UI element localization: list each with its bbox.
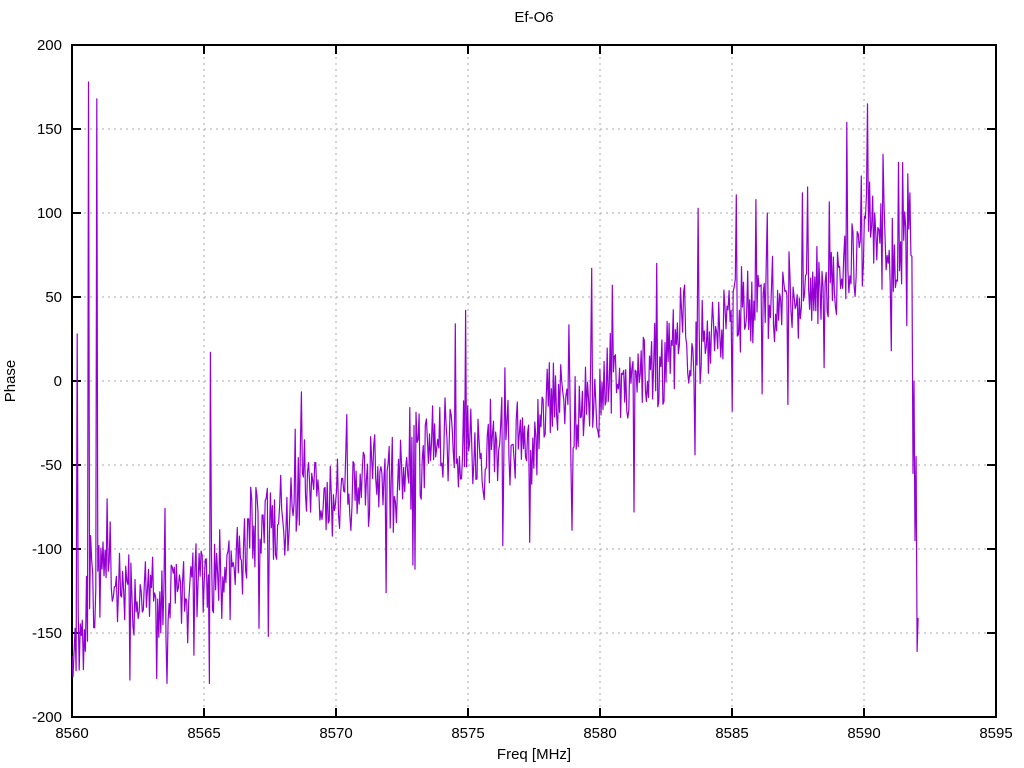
y-axis-label: Phase (2, 360, 19, 403)
plot-area: 8560 8565 8570 8575 8580 8585 8590 8595 -200 -150… (0, 0, 1024, 768)
y-tick-label: -100 (32, 541, 62, 558)
y-tick-label: -200 (32, 709, 62, 726)
x-tick-label: 8595 (979, 725, 1012, 742)
x-axis-label: Freq [MHz] (72, 746, 996, 763)
y-tick-label: 200 (37, 37, 62, 54)
chart-page: 8560 8565 8570 8575 8580 8585 8590 8595 -200 -150… (0, 0, 1024, 768)
x-tick-label: 8570 (319, 725, 352, 742)
y-tick-label: 150 (37, 121, 62, 138)
x-tick-label: 8575 (451, 725, 484, 742)
y-tick-label: 50 (45, 289, 62, 306)
phase-trace (72, 82, 918, 683)
chart-title: Ef-O6 (72, 9, 996, 26)
x-tick-label: 8560 (55, 725, 88, 742)
y-tick-label: -50 (40, 457, 62, 474)
y-tick-label: 100 (37, 205, 62, 222)
x-tick-label: 8580 (583, 725, 616, 742)
x-tick-label: 8590 (847, 725, 880, 742)
y-tick-label: -150 (32, 625, 62, 642)
x-tick-label: 8585 (715, 725, 748, 742)
x-tick-label: 8565 (187, 725, 220, 742)
y-tick-label: 0 (54, 373, 62, 390)
